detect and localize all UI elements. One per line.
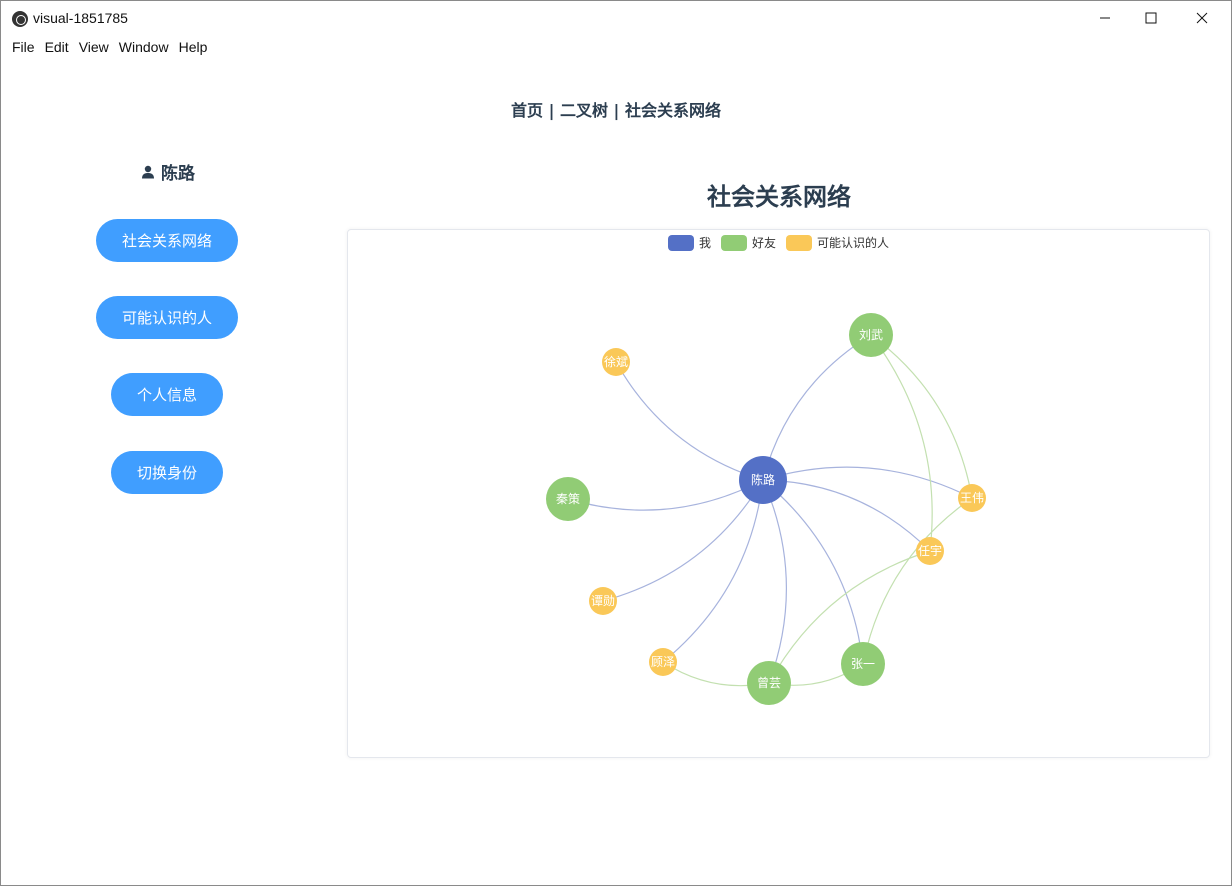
graph-node-label: 曾芸 xyxy=(757,676,781,690)
close-icon xyxy=(1196,12,1208,24)
graph-node[interactable]: 王伟 xyxy=(958,484,986,512)
graph-node-label: 刘武 xyxy=(859,328,883,342)
maximize-icon xyxy=(1145,12,1157,24)
maximize-button[interactable] xyxy=(1128,1,1174,35)
legend-item-maybe[interactable]: 可能认识的人 xyxy=(786,234,889,251)
graph-node-label: 谭勋 xyxy=(591,594,615,608)
menu-help[interactable]: Help xyxy=(179,35,208,59)
graph-edge xyxy=(762,479,931,552)
graph-node[interactable]: 顾泽 xyxy=(649,648,677,676)
menu-view[interactable]: View xyxy=(79,35,109,59)
graph-edge xyxy=(602,479,764,602)
graph-edge xyxy=(567,479,764,511)
chart-title: 社会关系网络 xyxy=(707,183,851,211)
legend-label-me: 我 xyxy=(698,236,711,250)
breadcrumb: 首页 | 二叉树 | 社会关系网络 xyxy=(511,101,721,120)
legend-item-friend[interactable]: 好友 xyxy=(720,234,776,251)
user-name: 陈路 xyxy=(161,164,195,184)
graph-node-label: 王伟 xyxy=(960,491,984,505)
app-window: visual-1851785 File Edit View Window Hel… xyxy=(0,0,1232,886)
menu-bar: File Edit View Window Help xyxy=(1,35,1231,59)
legend-label-friend: 好友 xyxy=(751,236,776,250)
graph-edge xyxy=(762,334,872,481)
relationship-graph[interactable]: 陈路 刘武秦策曾芸 张一 徐斌王伟任宇谭勋顾泽 xyxy=(348,230,1209,757)
menu-edit[interactable]: Edit xyxy=(45,35,69,59)
legend-swatch-maybe xyxy=(786,234,812,251)
legend-swatch-friend xyxy=(720,234,747,251)
graph-edge xyxy=(870,334,933,552)
graph-node[interactable]: 徐斌 xyxy=(602,348,630,376)
legend-label-maybe: 可能认识的人 xyxy=(817,236,890,250)
graph-node[interactable]: 曾芸 xyxy=(747,661,791,705)
graph-edge xyxy=(870,334,973,499)
chart-legend: 我 好友 可能认识的人 xyxy=(348,234,1209,251)
graph-node-label: 陈路 xyxy=(751,472,775,487)
graph-edge xyxy=(615,361,764,481)
legend-item-me[interactable]: 我 xyxy=(667,234,711,251)
graph-node[interactable]: 任宇 xyxy=(916,537,944,565)
graph-node[interactable]: 秦策 xyxy=(546,477,590,521)
graph-node-label: 顾泽 xyxy=(651,655,675,669)
menu-window[interactable]: Window xyxy=(119,35,169,59)
window-title: visual-1851785 xyxy=(33,10,128,26)
social-network-button[interactable]: 社会关系网络 xyxy=(96,219,238,262)
user-icon xyxy=(142,165,154,178)
graph-node[interactable]: 谭勋 xyxy=(589,587,617,615)
minimize-button[interactable] xyxy=(1082,1,1128,35)
graph-edge xyxy=(762,479,788,684)
chart-panel: 陈路 刘武秦策曾芸 张一 徐斌王伟任宇谭勋顾泽 我 好友 可能认识的人 xyxy=(347,229,1210,758)
graph-node-label: 任宇 xyxy=(918,544,942,558)
personal-info-button[interactable]: 个人信息 xyxy=(111,373,223,416)
graph-edge xyxy=(762,479,864,665)
graph-node[interactable]: 刘武 xyxy=(849,313,893,357)
title-bar[interactable]: visual-1851785 xyxy=(1,1,1231,35)
graph-node-label: 张一 xyxy=(851,657,875,671)
minimize-icon xyxy=(1100,17,1110,19)
current-user: 陈路 xyxy=(141,159,195,184)
graph-node-label: 秦策 xyxy=(556,492,580,506)
menu-file[interactable]: File xyxy=(12,35,35,59)
graph-node[interactable]: 张一 xyxy=(841,642,885,686)
legend-swatch-me xyxy=(667,234,694,251)
switch-identity-button[interactable]: 切换身份 xyxy=(111,451,223,494)
graph-edge xyxy=(862,497,973,665)
app-icon xyxy=(12,11,28,27)
graph-node[interactable]: 陈路 xyxy=(739,456,787,504)
graph-node-label: 徐斌 xyxy=(604,354,628,369)
maybe-known-button[interactable]: 可能认识的人 xyxy=(96,296,238,339)
close-button[interactable] xyxy=(1179,1,1225,35)
